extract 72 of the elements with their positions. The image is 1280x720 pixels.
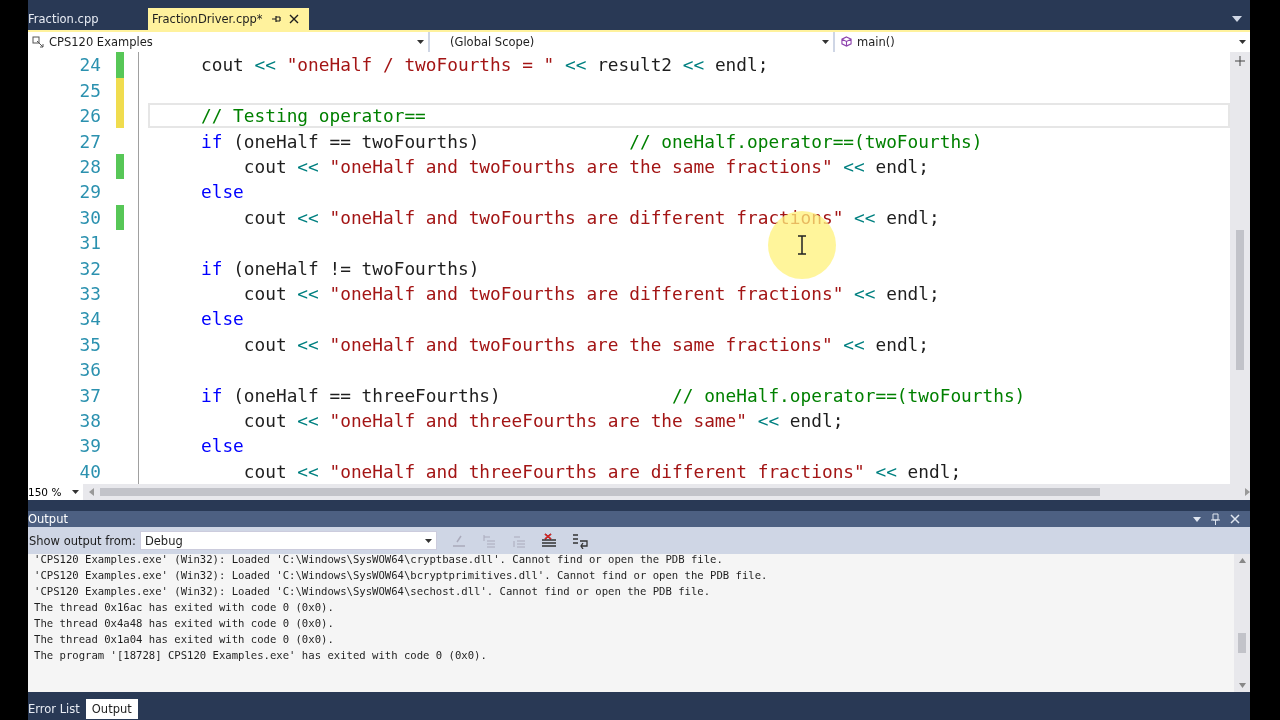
code-line: cout << "oneHalf and twoFourths are the same fractions" << endl; — [242, 156, 929, 177]
line-number: 30 — [78, 206, 101, 228]
panel-tab[interactable]: Error List — [28, 699, 86, 719]
line-number: 29 — [78, 181, 101, 203]
output-line: The program '[18728] CPS120 Examples.exe' has exited with code 0 (0x0). — [34, 648, 488, 664]
code-line: cout << "oneHalf and twoFourths are different fractions" << endl; — [242, 282, 940, 304]
file-tab[interactable]: FractionDriver.cpp* — [148, 7, 309, 30]
code-line: cout << "oneHalf and twoFourths are the same fractions" << endl; — [242, 333, 929, 355]
line-number: 33 — [78, 282, 101, 304]
line-number: 34 — [78, 308, 101, 330]
scroll-down-icon[interactable] — [1238, 683, 1246, 688]
code-line: if (oneHalf != twoFourths) — [201, 257, 480, 279]
panel-tab[interactable]: Output — [85, 699, 138, 719]
code-line: else — [201, 308, 244, 330]
code-line: cout << "oneHalf and threeFourths are different fractions" << endl; — [242, 460, 962, 482]
code-line: else — [201, 181, 244, 203]
output-line: 'CPS120 Examples.exe' (Win32): Loaded 'C:\Windows\SysWOW64\cryptbase.dll'. Cannot find or open the PDB file. — [34, 552, 724, 568]
panel-title: Output — [28, 512, 68, 527]
line-number: 32 — [78, 257, 101, 279]
line-number: 37 — [78, 384, 101, 406]
close-icon[interactable] — [288, 13, 299, 24]
pin-icon[interactable] — [270, 13, 281, 24]
scroll-right-icon[interactable] — [1245, 487, 1250, 496]
line-number: 39 — [78, 435, 101, 457]
scroll-left-icon[interactable] — [89, 487, 94, 496]
file-tab[interactable]: Fraction.cpp — [28, 7, 140, 30]
word-wrap-icon[interactable] — [570, 532, 589, 549]
split-icon[interactable] — [1235, 56, 1245, 67]
find-message-icon[interactable] — [450, 533, 467, 548]
scope-dropdown[interactable]: (Global Scope) — [430, 31, 833, 53]
scroll-thumb[interactable] — [100, 487, 1100, 496]
code-line: // Testing operator== — [201, 105, 426, 127]
cube-icon — [841, 36, 852, 48]
code-line: cout << "oneHalf and twoFourths are different fractions" << endl; — [242, 206, 940, 228]
code-line: cout << "oneHalf and threeFourths are the same" << endl; — [242, 409, 844, 431]
output-scrollbar[interactable] — [1234, 554, 1250, 692]
line-number: 24 — [78, 54, 101, 76]
source-label: Show output from: — [29, 533, 136, 548]
dropdown-icon[interactable] — [1193, 516, 1201, 522]
project-dropdown[interactable]: CPS120 Examples — [28, 31, 428, 53]
caret-icon — [822, 39, 829, 44]
code-line: if (oneHalf == twoFourths) // oneHalf.operator==(twoFourths) — [201, 130, 983, 152]
line-number: 36 — [78, 359, 101, 381]
line-number: 40 — [78, 460, 101, 482]
line-number: 28 — [78, 156, 101, 177]
line-number: 35 — [78, 333, 101, 355]
scroll-up-icon[interactable] — [1238, 558, 1246, 564]
caret-icon — [417, 39, 424, 44]
source-dropdown[interactable]: Debug — [139, 531, 437, 551]
caret-icon — [1239, 39, 1246, 44]
dropdown-icon[interactable] — [1232, 15, 1242, 22]
line-number: 25 — [78, 79, 101, 101]
code-line: if (oneHalf == threeFourths) // oneHalf.operator==(twoFourths) — [201, 384, 1026, 406]
output-line: The thread 0x16ac has exited with code 0 (0x0). — [34, 600, 335, 616]
line-number: 38 — [78, 409, 101, 431]
scroll-thumb[interactable] — [1236, 230, 1244, 371]
caret-icon — [424, 538, 432, 543]
output-line: 'CPS120 Examples.exe' (Win32): Loaded 'C:\Windows\SysWOW64\bcryptprimitives.dll'. Cannot find or open the PDB file. — [34, 568, 769, 584]
project-icon — [32, 35, 44, 48]
line-number: 27 — [78, 130, 101, 152]
output-line: 'CPS120 Examples.exe' (Win32): Loaded 'C:\Windows\SysWOW64\sechost.dll'. Cannot find or open the PDB file. — [34, 584, 712, 600]
scroll-thumb[interactable] — [1238, 633, 1246, 653]
output-line: The thread 0x1a04 has exited with code 0 (0x0). — [34, 632, 335, 648]
member-dropdown[interactable]: main() — [835, 31, 1250, 53]
code-line: cout << "oneHalf / twoFourths = " << result2 << endl; — [201, 54, 769, 76]
output-line: The thread 0x4a48 has exited with code 0 (0x0). — [34, 616, 335, 632]
code-line: else — [201, 435, 244, 457]
vertical-scrollbar[interactable] — [1230, 52, 1250, 484]
caret-icon — [72, 489, 79, 494]
line-number: 31 — [78, 232, 101, 254]
clear-all-icon[interactable] — [540, 532, 557, 549]
line-number: 26 — [78, 105, 101, 127]
